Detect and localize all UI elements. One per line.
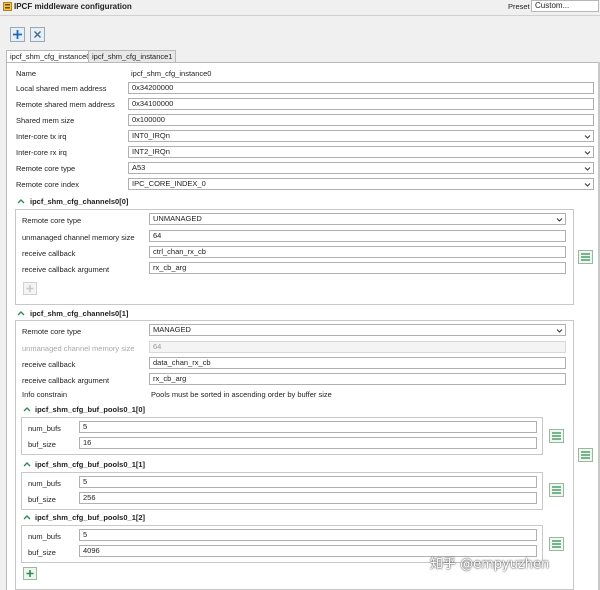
mem-size-label: Shared mem size xyxy=(16,116,74,125)
collapse-icon[interactable] xyxy=(23,406,31,412)
pool2-header[interactable]: ipcf_shm_cfg_buf_pools0_1[2] xyxy=(35,513,145,522)
pool1-header[interactable]: ipcf_shm_cfg_buf_pools0_1[1] xyxy=(35,460,145,469)
plus-icon xyxy=(11,28,24,41)
ch1-menu-button[interactable] xyxy=(578,448,593,462)
collapse-icon[interactable] xyxy=(23,461,31,467)
menu-icon xyxy=(552,432,561,440)
chevron-down-icon xyxy=(584,165,591,172)
menu-icon xyxy=(581,451,590,459)
pool0-header[interactable]: ipcf_shm_cfg_buf_pools0_1[0] xyxy=(35,405,145,414)
ch1-remote-core-type-select[interactable]: MANAGED xyxy=(149,324,566,336)
collapse-icon[interactable] xyxy=(17,310,25,316)
remote-core-index-label: Remote core index xyxy=(16,180,79,189)
menu-icon xyxy=(552,540,561,548)
plus-icon xyxy=(24,568,36,579)
ch0-rx-arg-label: receive callback argument xyxy=(22,265,109,274)
preset-label: Preset xyxy=(508,2,530,11)
ch0-rx-arg-input[interactable]: rx_cb_arg xyxy=(149,262,566,274)
name-label: Name xyxy=(16,69,36,78)
ch0-menu-button[interactable] xyxy=(578,250,593,264)
pool1-menu-button[interactable] xyxy=(549,483,564,497)
pool2-num-label: num_bufs xyxy=(28,532,61,541)
local-mem-input[interactable]: 0x34200000 xyxy=(128,82,594,94)
plus-icon xyxy=(24,283,36,294)
watermark: 知乎 @empyuzhen xyxy=(430,553,549,572)
tx-irq-value: INT0_IRQn xyxy=(132,131,170,140)
remote-core-index-value: IPC_CORE_INDEX_0 xyxy=(132,179,206,188)
pool1-num-label: num_bufs xyxy=(28,479,61,488)
pool2-num-input[interactable]: 5 xyxy=(79,529,537,541)
pool2-menu-button[interactable] xyxy=(549,537,564,551)
title-divider xyxy=(0,15,600,16)
ch0-remote-core-type-select[interactable]: UNMANAGED xyxy=(149,213,566,225)
preset-select[interactable]: Custom... xyxy=(531,0,599,12)
chevron-down-icon xyxy=(556,216,563,223)
tx-irq-select[interactable]: INT0_IRQn xyxy=(128,130,594,142)
pool0-size-input[interactable]: 16 xyxy=(79,437,537,449)
ch1-umem-label: unmanaged channel memory size xyxy=(22,344,135,353)
ch1-rx-callback-label: receive callback xyxy=(22,360,75,369)
remote-mem-input[interactable]: 0x34100000 xyxy=(128,98,594,110)
rx-irq-value: INT2_IRQn xyxy=(132,147,170,156)
config-icon xyxy=(3,2,12,11)
add-pool-button[interactable] xyxy=(23,567,37,580)
name-value: ipcf_shm_cfg_instance0 xyxy=(131,69,211,78)
pool1-num-input[interactable]: 5 xyxy=(79,476,537,488)
menu-icon xyxy=(581,253,590,261)
collapse-icon[interactable] xyxy=(23,514,31,520)
chevron-down-icon xyxy=(584,149,591,156)
pool1-size-label: buf_size xyxy=(28,495,56,504)
ch0-rx-callback-input[interactable]: ctrl_chan_rx_cb xyxy=(149,246,566,258)
ch1-rx-arg-label: receive callback argument xyxy=(22,376,109,385)
remote-core-type-value: A53 xyxy=(132,163,145,172)
pool0-num-input[interactable]: 5 xyxy=(79,421,537,433)
ch0-remote-core-type-label: Remote core type xyxy=(22,216,81,225)
close-icon xyxy=(31,28,44,41)
local-mem-label: Local shared mem address xyxy=(16,84,106,93)
remote-mem-label: Remote shared mem address xyxy=(16,100,115,109)
ch0-umem-input[interactable]: 64 xyxy=(149,230,566,242)
ch0-add-button[interactable] xyxy=(23,282,37,295)
pool0-size-label: buf_size xyxy=(28,440,56,449)
ch0-umem-label: unmanaged channel memory size xyxy=(22,233,135,242)
channel1-header[interactable]: ipcf_shm_cfg_channels0[1] xyxy=(30,309,128,318)
channel0-header[interactable]: ipcf_shm_cfg_channels0[0] xyxy=(30,197,128,206)
ch1-info-text: Pools must be sorted in ascending order … xyxy=(151,390,332,399)
rx-irq-select[interactable]: INT2_IRQn xyxy=(128,146,594,158)
collapse-icon[interactable] xyxy=(17,198,25,204)
ch1-rx-arg-input[interactable]: rx_cb_arg xyxy=(149,373,566,385)
remove-instance-button[interactable] xyxy=(30,27,45,42)
remote-core-type-label: Remote core type xyxy=(16,164,75,173)
ch1-remote-core-type-value: MANAGED xyxy=(153,325,191,334)
remote-core-type-select[interactable]: A53 xyxy=(128,162,594,174)
menu-icon xyxy=(552,486,561,494)
mem-size-input[interactable]: 0x100000 xyxy=(128,114,594,126)
pool1-size-input[interactable]: 256 xyxy=(79,492,537,504)
ch1-remote-core-type-label: Remote core type xyxy=(22,327,81,336)
ch0-rx-callback-label: receive callback xyxy=(22,249,75,258)
window-title: IPCF middleware configuration xyxy=(14,2,132,11)
rx-irq-label: Inter-core rx irq xyxy=(16,148,67,157)
chevron-down-icon xyxy=(584,133,591,140)
ch1-info-label: Info constrain xyxy=(22,390,67,399)
tab-instance1[interactable]: ipcf_shm_cfg_instance1 xyxy=(88,50,176,62)
ch1-umem-input[interactable]: 64 xyxy=(149,341,566,353)
ch1-rx-callback-input[interactable]: data_chan_rx_cb xyxy=(149,357,566,369)
remote-core-index-select[interactable]: IPC_CORE_INDEX_0 xyxy=(128,178,594,190)
add-instance-button[interactable] xyxy=(10,27,25,42)
ch0-remote-core-type-value: UNMANAGED xyxy=(153,214,202,223)
pool0-num-label: num_bufs xyxy=(28,424,61,433)
pool2-size-label: buf_size xyxy=(28,548,56,557)
pool0-menu-button[interactable] xyxy=(549,429,564,443)
chevron-down-icon xyxy=(556,327,563,334)
tx-irq-label: Inter-core tx irq xyxy=(16,132,66,141)
chevron-down-icon xyxy=(584,181,591,188)
